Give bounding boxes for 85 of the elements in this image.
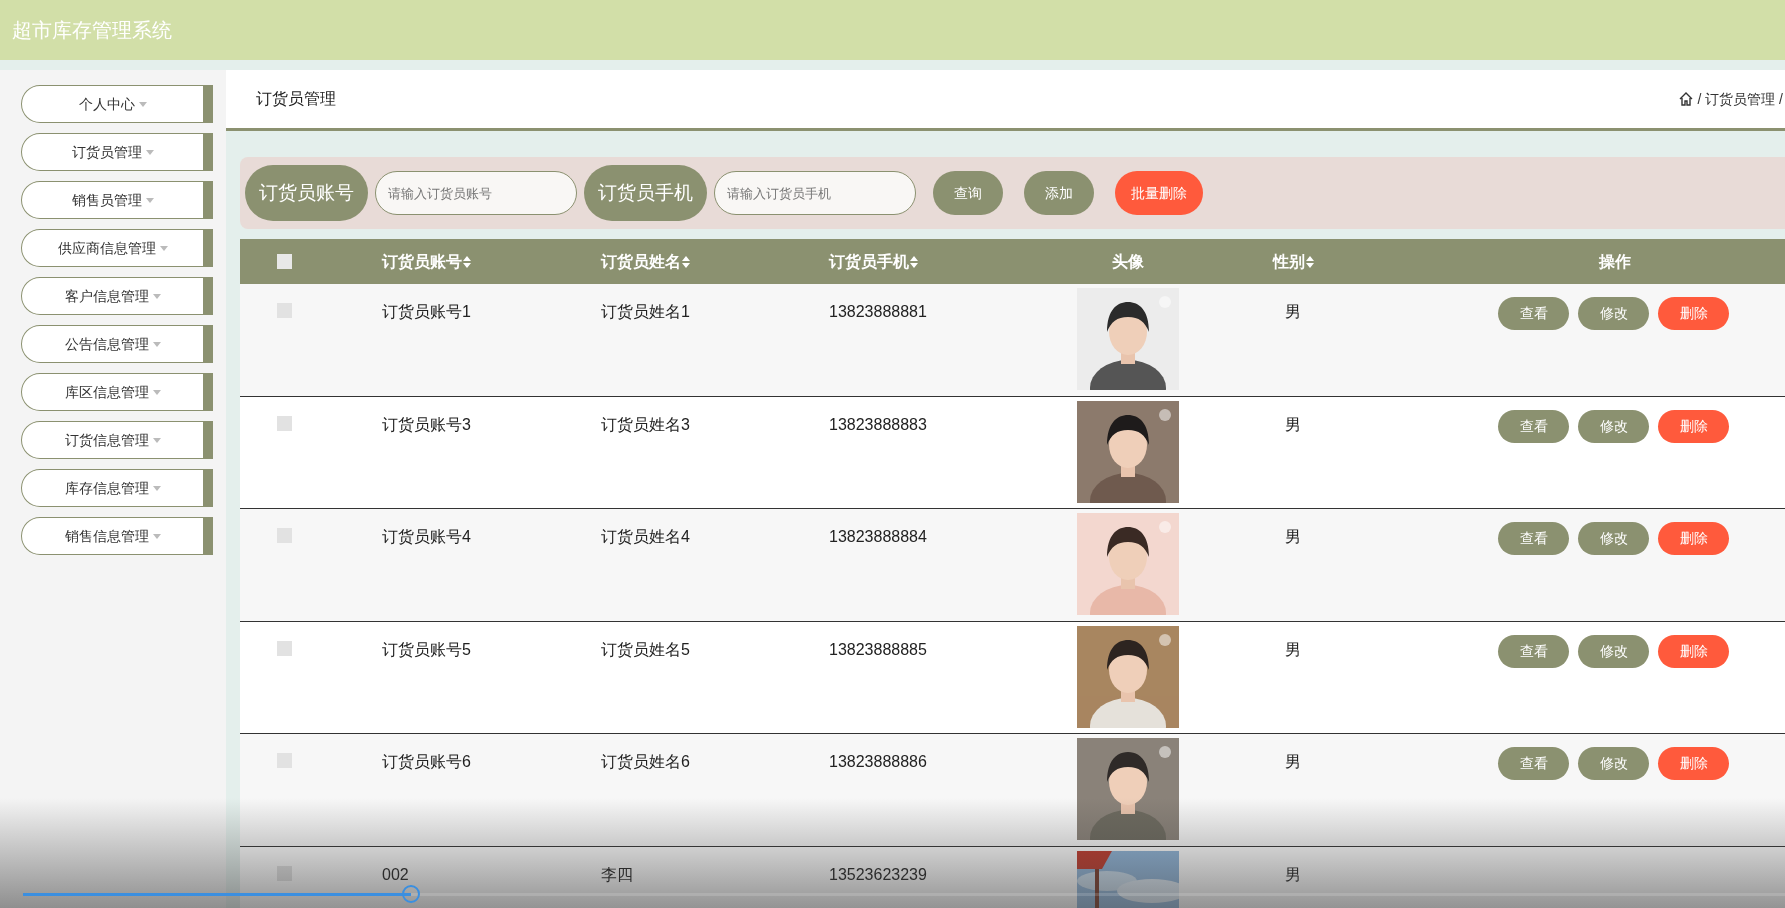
action-button[interactable]: 添加 [1024, 171, 1094, 215]
caret-icon [152, 293, 161, 299]
sort-icon[interactable] [463, 256, 471, 269]
caret-icon [152, 389, 161, 395]
progress-thumb[interactable] [401, 885, 420, 903]
column-header[interactable]: 订货员账号 [382, 252, 471, 270]
breadcrumb: / 订货员管理 / [1697, 89, 1783, 109]
action-button[interactable]: 修改 [1578, 409, 1649, 443]
table-cell: 13823888883 [829, 415, 927, 433]
column-header: 头像 [1112, 251, 1144, 272]
sidebar-item[interactable]: 客户信息管理 [21, 277, 213, 315]
table-cell: 13823888881 [829, 303, 927, 320]
caret-icon [152, 533, 161, 539]
field-label: 订货员手机 [584, 165, 707, 221]
table-cell: 订货员姓名1 [601, 303, 690, 320]
column-header: 操作 [1597, 251, 1632, 272]
action-button[interactable]: 修改 [1578, 747, 1649, 780]
search-field[interactable]: 请输入订货员账号 [375, 171, 577, 215]
action-button[interactable]: 查看 [1498, 634, 1569, 668]
sidebar-item[interactable]: 库区信息管理 [21, 373, 213, 411]
action-button[interactable]: 查看 [1498, 297, 1569, 330]
sort-icon[interactable] [682, 256, 690, 269]
table-cell: 订货员账号1 [382, 303, 471, 320]
sidebar-item[interactable]: 销售员管理 [21, 181, 213, 219]
column-header[interactable]: 订货员姓名 [601, 252, 690, 270]
action-button[interactable]: 修改 [1578, 634, 1649, 668]
delete-button[interactable]: 删除 [1658, 297, 1729, 330]
page-title: 订货员管理 [256, 89, 336, 109]
sidebar-item[interactable]: 个人中心 [21, 85, 213, 123]
table-cell: 订货员账号3 [382, 415, 471, 433]
checkbox[interactable] [276, 640, 292, 656]
table-cell: 订货员账号6 [382, 753, 471, 770]
table-cell: 李四 [601, 865, 633, 883]
action-button[interactable]: 修改 [1578, 297, 1649, 330]
action-button[interactable]: 查看 [1498, 409, 1569, 443]
table-cell: 订货员姓名6 [601, 753, 690, 770]
table-cell-text: 男 [1285, 752, 1301, 772]
table-cell: 订货员账号4 [382, 528, 471, 545]
sidebar-item[interactable]: 订货员管理 [21, 133, 213, 171]
action-button[interactable]: 查看 [1498, 747, 1569, 780]
delete-button[interactable]: 删除 [1658, 634, 1729, 668]
delete-button[interactable]: 删除 [1658, 522, 1729, 555]
table-cell: 订货员姓名5 [601, 640, 690, 658]
column-header[interactable]: 性别 [1272, 249, 1314, 274]
sidebar-item[interactable]: 库存信息管理 [21, 469, 213, 507]
table-cell-text: 男 [1285, 527, 1301, 547]
app-title: 超市库存管理系统 [12, 18, 172, 43]
table-cell: 13823888886 [829, 753, 927, 770]
table-cell: 13523623239 [829, 865, 927, 883]
sidebar-item[interactable]: 销售信息管理 [21, 517, 213, 555]
checkbox[interactable] [276, 865, 292, 881]
caret-icon [152, 437, 161, 443]
field-label: 订货员账号 [245, 165, 368, 221]
table-cell: 订货员姓名3 [601, 415, 690, 433]
table-cell-text: 男 [1285, 414, 1301, 435]
table-cell-text: 男 [1285, 302, 1301, 322]
caret-icon [152, 341, 161, 347]
caret-icon [159, 245, 168, 251]
search-field[interactable]: 请输入订货员手机 [714, 171, 916, 215]
checkbox[interactable] [276, 415, 292, 431]
sidebar-item[interactable]: 订货信息管理 [21, 421, 213, 459]
table-cell-text: 男 [1285, 864, 1301, 885]
table-cell: 订货员姓名4 [601, 528, 690, 545]
action-button[interactable]: 修改 [1578, 522, 1649, 555]
action-button[interactable]: 查看 [1498, 522, 1569, 555]
delete-button[interactable]: 删除 [1658, 409, 1729, 443]
table-cell-text: 男 [1285, 639, 1301, 660]
action-button[interactable]: 查询 [933, 171, 1003, 215]
caret-icon [152, 485, 161, 491]
table-cell: 002 [382, 865, 409, 883]
checkbox[interactable] [276, 254, 292, 269]
home-icon[interactable] [1679, 92, 1694, 106]
table-cell: 13823888884 [829, 528, 927, 545]
caret-icon [138, 101, 147, 107]
delete-button[interactable]: 批量删除 [1115, 171, 1203, 215]
sort-icon[interactable] [1305, 256, 1314, 269]
delete-button[interactable]: 删除 [1658, 747, 1729, 780]
caret-icon [145, 197, 154, 203]
table-cell: 订货员账号5 [382, 640, 471, 658]
sidebar-item[interactable]: 供应商信息管理 [21, 229, 213, 267]
column-header[interactable]: 订货员手机 [829, 252, 918, 270]
caret-icon [145, 149, 154, 155]
sort-icon[interactable] [910, 256, 918, 269]
table-cell: 13823888885 [829, 640, 927, 658]
sidebar-item[interactable]: 公告信息管理 [21, 325, 213, 363]
